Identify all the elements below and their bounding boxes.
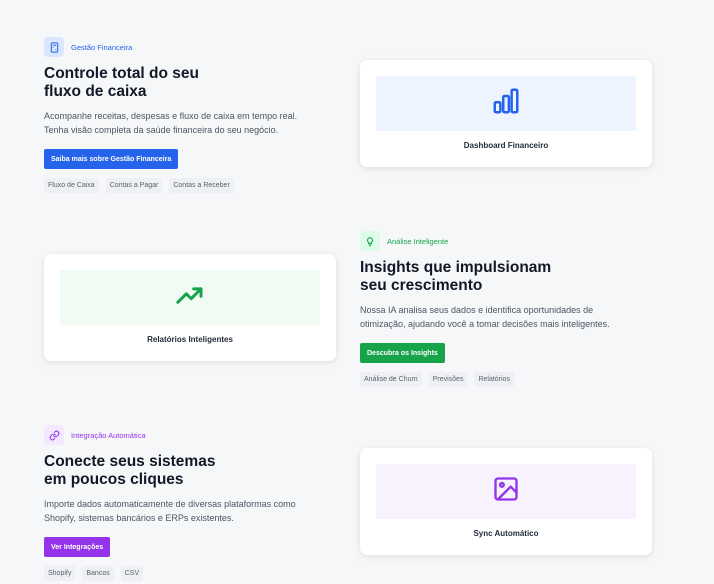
card-visual <box>376 76 636 131</box>
tag-accounts-receivable: Contas a Receber <box>169 178 234 193</box>
feature-title: Controle total do seu fluxo de caixa <box>44 65 199 100</box>
feature-badge-label: Análise Inteligente <box>387 236 449 246</box>
feature-section-integrations: Integração Automática Conecte seus siste… <box>0 394 714 584</box>
feature-description: Nossa IA analisa seus dados e identifica… <box>360 305 610 329</box>
view-integrations-button[interactable]: Ver Integrações <box>44 537 111 557</box>
card-visual <box>60 270 320 325</box>
feature-title: Insights que impulsionam seu crescimento <box>360 259 552 294</box>
tag-forecasts: Previsões <box>428 372 468 387</box>
tag-cash-flow: Fluxo de Caixa <box>44 178 99 193</box>
feature-tags: Fluxo de Caixa Contas a Pagar Contas a R… <box>44 178 234 193</box>
image-icon <box>492 475 520 508</box>
feature-badge: Gestão Financeira <box>44 37 132 57</box>
feature-card-reports: Relatórios Inteligentes <box>44 254 336 361</box>
feature-section-insights: Relatórios Inteligentes Análise Intelige… <box>0 200 714 394</box>
calculator-icon <box>44 37 64 57</box>
card-label: Relatórios Inteligentes <box>147 335 233 344</box>
feature-card-sync: Sync Automático <box>360 448 652 555</box>
link-icon <box>44 425 64 445</box>
feature-description: Acompanhe receitas, despesas e fluxo de … <box>44 111 298 135</box>
trending-up-icon <box>175 284 205 311</box>
tag-csv: CSV <box>120 566 144 581</box>
learn-more-financial-button[interactable]: Saiba mais sobre Gestão Financeira <box>44 149 179 169</box>
card-visual <box>376 464 636 519</box>
tag-reports: Relatórios <box>474 372 514 387</box>
card-label: Sync Automático <box>473 529 539 538</box>
discover-insights-button[interactable]: Descubra os Insights <box>360 343 445 363</box>
tag-accounts-payable: Contas a Pagar <box>105 178 163 193</box>
feature-badge: Integração Automática <box>44 425 146 445</box>
feature-tags: Análise de Churn Previsões Relatórios <box>360 372 514 387</box>
card-label: Dashboard Financeiro <box>463 141 549 150</box>
lightbulb-icon <box>360 231 380 251</box>
tag-banks: Bancos <box>82 566 114 581</box>
feature-description: Importe dados automaticamente de diversa… <box>44 499 296 523</box>
feature-card-dashboard: Dashboard Financeiro <box>360 60 652 167</box>
feature-title: Conecte seus sistemas em poucos cliques <box>44 453 216 488</box>
feature-tags: Shopify Bancos CSV <box>44 566 144 581</box>
feature-badge-label: Gestão Financeira <box>71 42 133 52</box>
feature-badge-label: Integração Automática <box>71 430 146 440</box>
bar-chart-icon <box>491 86 521 121</box>
tag-churn-analysis: Análise de Churn <box>360 372 422 387</box>
feature-section-financial: Gestão Financeira Controle total do seu … <box>0 0 714 200</box>
feature-badge: Análise Inteligente <box>360 231 448 251</box>
tag-shopify: Shopify <box>44 566 76 581</box>
